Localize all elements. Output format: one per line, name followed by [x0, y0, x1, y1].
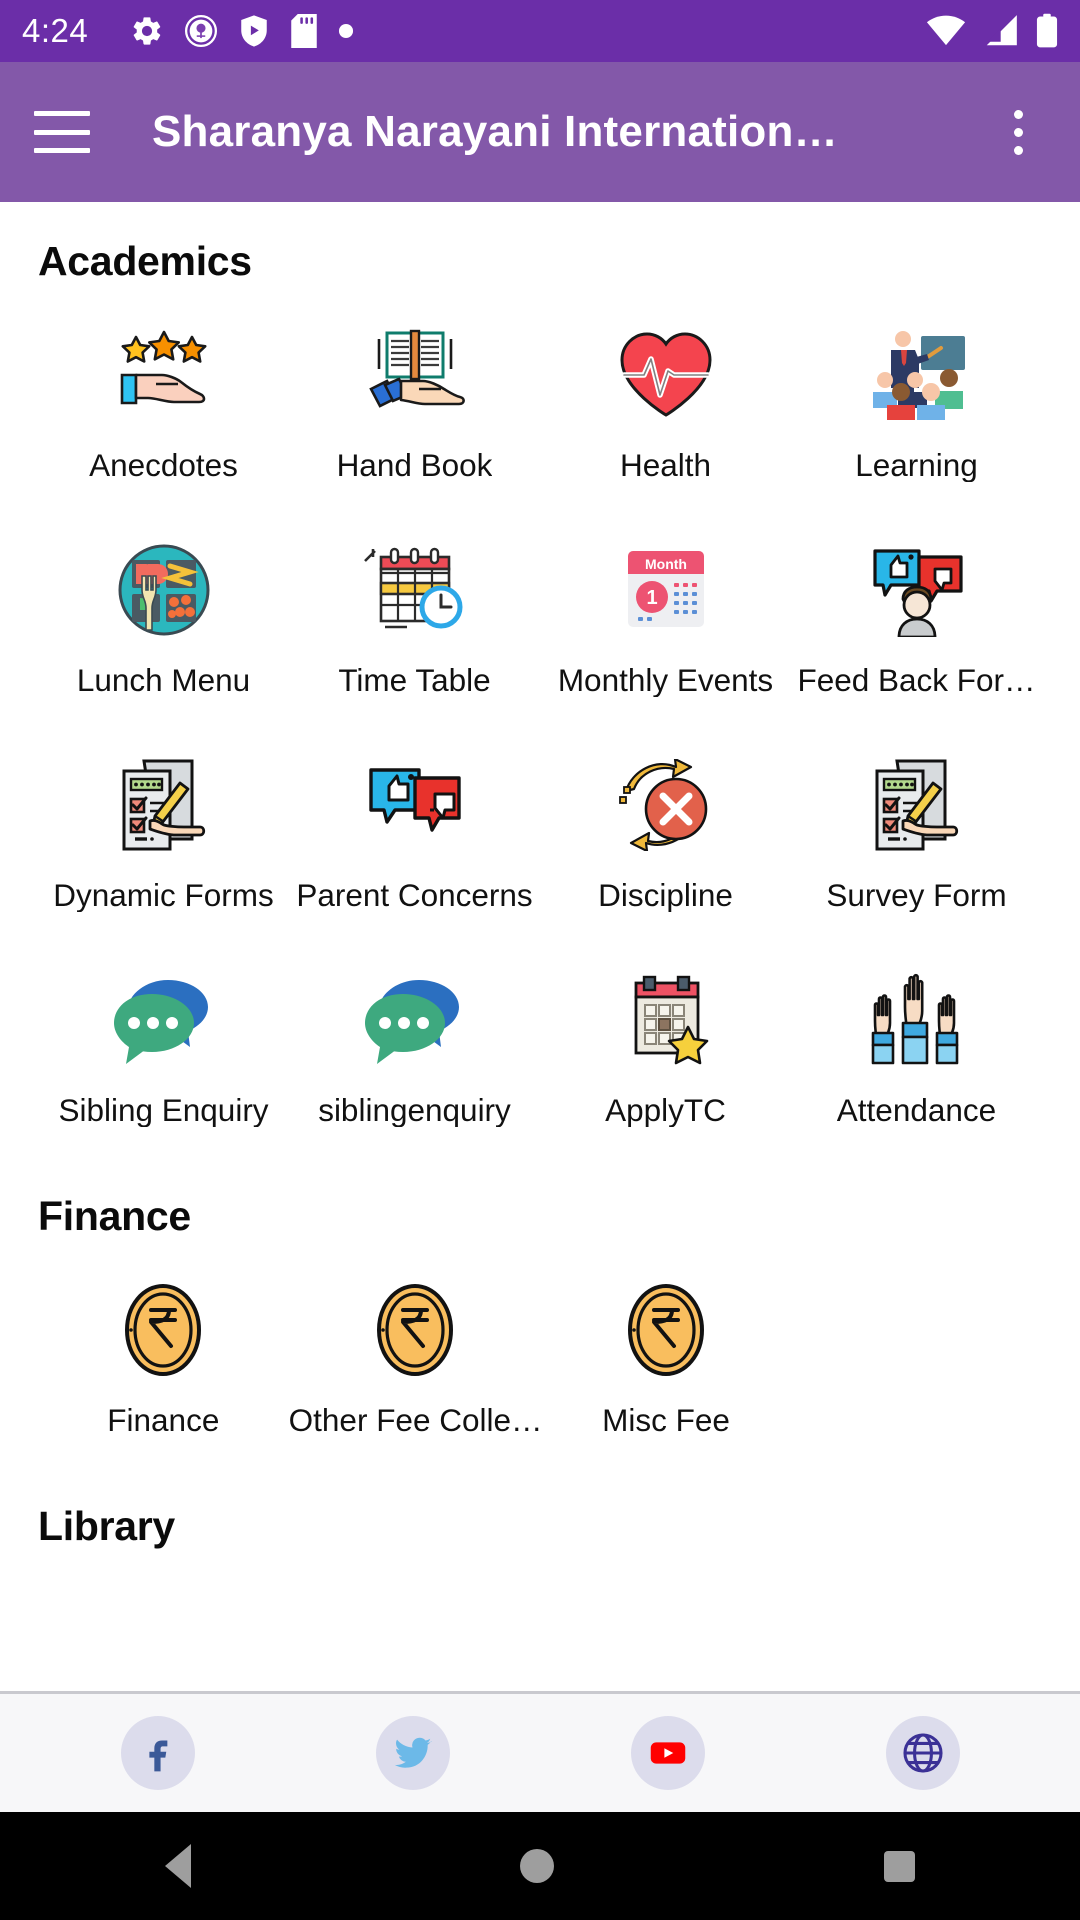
section-header-academics: Academics	[38, 238, 252, 284]
module-label: Misc Fee	[602, 1404, 730, 1438]
classroom-teaching-icon	[847, 323, 987, 427]
overflow-dot	[1013, 109, 1023, 119]
module-label: Finance	[107, 1404, 220, 1438]
page-title: Sharanya Narayani Internation…	[152, 107, 838, 156]
shield-play-icon	[238, 14, 270, 48]
wifi-icon	[926, 14, 966, 48]
calendar-clock-icon	[345, 538, 485, 642]
recents-icon[interactable]	[884, 1850, 916, 1882]
rupee-coin-icon	[345, 1278, 485, 1382]
module-label: Parent Concerns	[296, 879, 533, 913]
module-label: Feed Back For…	[797, 664, 1036, 698]
chat-bubbles-icon	[345, 968, 485, 1072]
back-icon[interactable]	[164, 1844, 191, 1888]
hamburger-line	[34, 111, 90, 116]
module-health[interactable]: Health	[540, 297, 791, 512]
module-discipline[interactable]: Discipline	[540, 727, 791, 942]
checklist-pencil-icon	[94, 753, 234, 857]
red-x-refresh-icon	[596, 753, 736, 857]
status-bar-right	[926, 13, 1058, 49]
finance-grid: Finance Other Fee Colle… Misc Fee	[38, 1252, 1042, 1467]
module-label: Dynamic Forms	[53, 879, 274, 913]
status-bar: 4:24	[0, 0, 1080, 62]
dot-icon	[338, 23, 354, 39]
module-label: Hand Book	[336, 449, 493, 483]
chat-bubbles-icon	[94, 968, 234, 1072]
module-label: Monthly Events	[557, 664, 774, 698]
facebook-icon[interactable]	[120, 1716, 195, 1790]
module-learning[interactable]: Learning	[791, 297, 1042, 512]
thumbs-chat-icon	[345, 753, 485, 857]
module-misc-fee[interactable]: Misc Fee	[541, 1252, 792, 1467]
grid-empty-cell	[791, 1252, 1042, 1467]
hamburger-menu-icon[interactable]	[34, 111, 90, 153]
module-attendance[interactable]: Attendance	[791, 942, 1042, 1157]
home-icon[interactable]	[520, 1849, 555, 1883]
cellular-signal-icon	[982, 14, 1020, 48]
website-globe-icon[interactable]	[885, 1716, 960, 1790]
svg-text:1: 1	[646, 587, 657, 609]
sd-card-icon	[290, 14, 318, 48]
youtube-icon[interactable]	[630, 1716, 705, 1790]
status-bar-left: 4:24	[22, 12, 354, 50]
module-time-table[interactable]: Time Table	[289, 512, 540, 727]
clock: 4:24	[22, 12, 89, 49]
app-bar: Sharanya Narayani Internation…	[0, 62, 1080, 202]
phone-screen: 4:24 Sharanya Narayani Internation… Acad…	[0, 0, 1080, 1920]
raised-hands-icon	[847, 968, 987, 1072]
open-book-on-hand-icon	[345, 323, 485, 427]
module-label: Lunch Menu	[76, 664, 251, 698]
module-label: ApplyTC	[605, 1094, 726, 1128]
module-list[interactable]: Academics Anecdotes Hand Book Health Lea…	[0, 202, 1080, 1691]
module-monthly-events[interactable]: Month 1 Monthly Events	[540, 512, 791, 727]
module-label: Time Table	[338, 664, 491, 698]
feedback-person-icon	[847, 538, 987, 642]
module-label: Health	[619, 449, 712, 483]
android-navigation-bar	[0, 1812, 1080, 1920]
school-badge-icon	[184, 14, 218, 48]
module-label: Survey Form	[826, 879, 1007, 913]
svg-text:Month: Month	[645, 556, 687, 572]
calendar-star-icon	[596, 968, 736, 1072]
gear-icon	[130, 14, 164, 48]
twitter-icon[interactable]	[375, 1716, 450, 1790]
module-dynamic-forms[interactable]: Dynamic Forms	[38, 727, 289, 942]
module-anecdotes[interactable]: Anecdotes	[38, 297, 289, 512]
module-label: Attendance	[836, 1094, 997, 1128]
checklist-pencil-icon	[847, 753, 987, 857]
overflow-menu-icon[interactable]	[990, 104, 1046, 160]
rupee-coin-icon	[596, 1278, 736, 1382]
food-tray-icon	[94, 538, 234, 642]
academics-grid: Anecdotes Hand Book Health Learning Lunc…	[38, 297, 1042, 1157]
heart-pulse-icon	[596, 323, 736, 427]
module-siblingenquiry[interactable]: siblingenquiry	[289, 942, 540, 1157]
module-label: Anecdotes	[89, 449, 238, 483]
module-label: Discipline	[598, 879, 733, 913]
overflow-dot	[1013, 127, 1023, 137]
social-links-bar	[0, 1694, 1080, 1812]
overflow-dot	[1013, 145, 1023, 155]
module-label: Learning	[855, 449, 978, 483]
month-calendar-icon: Month 1	[596, 538, 736, 642]
hamburger-line	[34, 148, 90, 153]
module-lunch-menu[interactable]: Lunch Menu	[38, 512, 289, 727]
module-parent-concerns[interactable]: Parent Concerns	[289, 727, 540, 942]
module-label: Other Fee Colle…	[288, 1404, 541, 1438]
stars-on-hand-icon	[94, 323, 234, 427]
rupee-coin-icon	[93, 1278, 233, 1382]
module-label: Sibling Enquiry	[58, 1094, 269, 1128]
module-other-fee-collection[interactable]: Other Fee Colle…	[289, 1252, 541, 1467]
section-header-library: Library	[38, 1503, 175, 1549]
module-sibling-enquiry[interactable]: Sibling Enquiry	[38, 942, 289, 1157]
module-survey-form[interactable]: Survey Form	[791, 727, 1042, 942]
section-header-finance: Finance	[38, 1193, 191, 1239]
module-applytc[interactable]: ApplyTC	[540, 942, 791, 1157]
module-hand-book[interactable]: Hand Book	[289, 297, 540, 512]
module-label: siblingenquiry	[318, 1094, 511, 1128]
module-feed-back-form[interactable]: Feed Back For…	[791, 512, 1042, 727]
battery-icon	[1036, 13, 1058, 49]
hamburger-line	[34, 129, 90, 135]
module-finance[interactable]: Finance	[38, 1252, 289, 1467]
